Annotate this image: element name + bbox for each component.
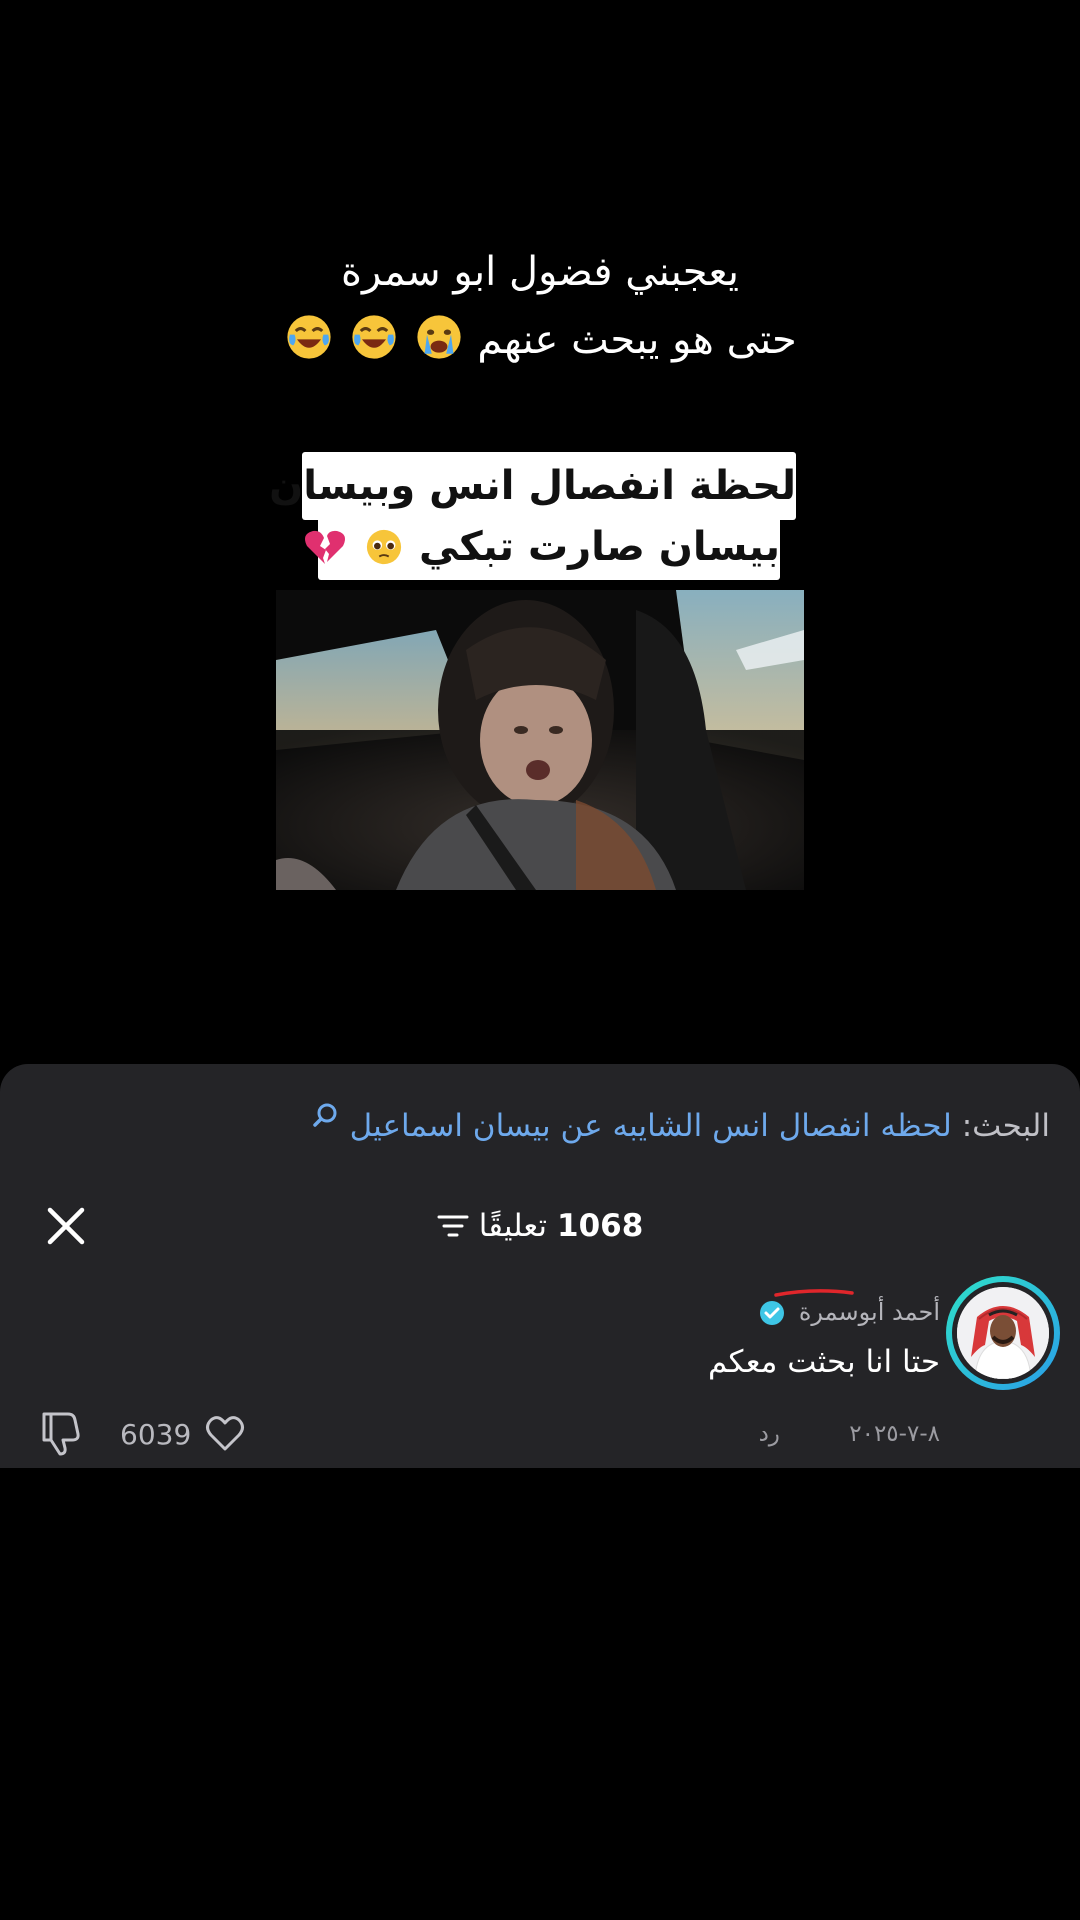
search-suggestion[interactable]: البحث: لحظه انفصال انس الشايبه عن بيسان … bbox=[312, 1096, 1050, 1156]
crying-face-icon bbox=[417, 315, 461, 359]
tears-of-joy-icon bbox=[287, 315, 331, 359]
video-overlay-title-2: بيسان صارت تبكي bbox=[305, 514, 780, 580]
search-label: البحث: bbox=[961, 1108, 1050, 1144]
comment-text: حتا انا بحثت معكم bbox=[708, 1344, 940, 1380]
avatar-photo bbox=[957, 1287, 1049, 1379]
pleading-face-icon bbox=[366, 529, 402, 565]
like-count: 6039 bbox=[120, 1417, 192, 1451]
heart-icon bbox=[206, 1416, 245, 1451]
video-player[interactable] bbox=[276, 590, 804, 890]
video-caption: يعجبني فضول ابو سمرة حتى هو يبحث عنهم bbox=[0, 238, 1080, 374]
close-icon[interactable] bbox=[40, 1200, 92, 1252]
comment-count-group[interactable]: 1068 تعليقًا bbox=[437, 1194, 644, 1258]
comment-author-name[interactable]: أحمد أبوسمرة bbox=[799, 1298, 940, 1326]
app-screen: يعجبني فضول ابو سمرة حتى هو يبحث عنهم لح… bbox=[0, 0, 1080, 1920]
broken-heart-icon bbox=[305, 530, 346, 564]
video-overlay-title-2-text: بيسان صارت تبكي bbox=[418, 524, 780, 570]
comment-meta: ٨-٧-٢٠٢٥ رد bbox=[759, 1414, 940, 1454]
video-thumbnail bbox=[276, 590, 804, 890]
comment-author[interactable]: أحمد أبوسمرة bbox=[759, 1292, 940, 1332]
video-overlay-title-1: لحظة انفصال انس وبيسان bbox=[269, 452, 796, 520]
comment-count-label: تعليقًا bbox=[478, 1208, 548, 1244]
reply-button[interactable]: رد bbox=[759, 1421, 780, 1447]
caption-line-1: يعجبني فضول ابو سمرة bbox=[341, 249, 739, 295]
search-query-link[interactable]: لحظه انفصال انس الشايبه عن بيسان اسماعيل bbox=[350, 1108, 952, 1144]
thumbs-down-icon[interactable] bbox=[38, 1410, 82, 1456]
caption-line-2-text: حتى هو يبحث عنهم bbox=[477, 317, 797, 363]
comment-count: 1068 bbox=[557, 1208, 644, 1244]
caption-line-2: حتى هو يبحث عنهم bbox=[0, 306, 1080, 374]
comments-header: 1068 تعليقًا bbox=[0, 1194, 1080, 1258]
tears-of-joy-icon bbox=[352, 315, 396, 359]
like-button[interactable]: 6039 bbox=[120, 1408, 245, 1460]
verified-badge-icon bbox=[760, 1301, 785, 1325]
avatar[interactable] bbox=[946, 1276, 1060, 1390]
filter-lines-icon bbox=[437, 1215, 469, 1237]
comments-sheet: البحث: لحظه انفصال انس الشايبه عن بيسان … bbox=[0, 1064, 1080, 1468]
comment-date: ٨-٧-٢٠٢٥ bbox=[849, 1421, 940, 1447]
search-icon bbox=[313, 1103, 337, 1127]
